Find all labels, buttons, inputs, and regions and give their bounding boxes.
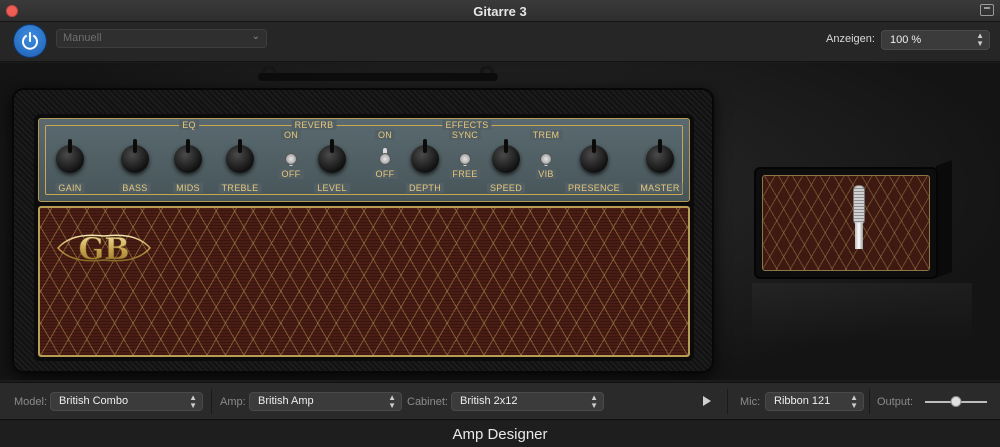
updown-arrows-icon: ▲ ▼ xyxy=(850,393,858,410)
toggle-nut xyxy=(459,153,471,165)
toggle-nut xyxy=(379,153,391,165)
window-title: Gitarre 3 xyxy=(473,4,527,19)
separator xyxy=(211,389,212,414)
model-select[interactable]: British Combo ▲ ▼ xyxy=(50,392,203,411)
microphone[interactable] xyxy=(853,185,865,249)
master-label: MASTER xyxy=(637,183,683,193)
plugin-name: Amp Designer xyxy=(452,426,548,443)
model-value: British Combo xyxy=(59,395,129,407)
toggle-nut xyxy=(285,153,297,165)
cabinet-side xyxy=(936,160,952,278)
amp-label: Amp: xyxy=(220,396,246,408)
updown-arrows-icon: ▲ ▼ xyxy=(590,393,598,410)
power-icon xyxy=(22,32,38,50)
speaker-cabinet xyxy=(754,159,952,279)
mids-label: MIDS xyxy=(173,183,203,193)
power-button[interactable] xyxy=(14,25,46,57)
presence-knob[interactable] xyxy=(580,139,608,173)
preset-value: Manuell xyxy=(63,32,102,44)
trem-label: TREM xyxy=(529,130,563,140)
cabinet-front xyxy=(754,167,938,279)
free-label: FREE xyxy=(449,169,481,179)
amp-handle xyxy=(258,73,498,81)
speaker-grille: GB xyxy=(38,206,690,357)
amp-value: British Amp xyxy=(258,395,314,407)
plugin-footer: Amp Designer xyxy=(0,421,1000,447)
view-size-value: 100 % xyxy=(890,34,922,46)
bass-label: BASS xyxy=(119,183,151,193)
effects-toggle[interactable] xyxy=(379,148,391,170)
output-slider[interactable] xyxy=(925,396,987,407)
speed-knob[interactable] xyxy=(492,139,520,173)
depth-label: DEPTH xyxy=(405,183,445,193)
sync-label: SYNC xyxy=(448,130,482,140)
updown-arrows-icon: ▲ ▼ xyxy=(976,31,984,48)
cabinet-reflection xyxy=(752,283,972,343)
amp-head: EQ REVERB EFFECTS GAIN BASS MIDS TREBLE … xyxy=(12,88,714,373)
gain-label: GAIN xyxy=(55,183,85,193)
control-panel: EQ REVERB EFFECTS GAIN BASS MIDS TREBLE … xyxy=(38,118,690,202)
cabinet-grille xyxy=(762,175,930,271)
reverb-section-label: REVERB xyxy=(291,120,337,130)
cabinet-select[interactable]: British 2x12 ▲ ▼ xyxy=(451,392,604,411)
model-label: Model: xyxy=(14,396,48,408)
depth-knob[interactable] xyxy=(411,139,439,173)
effects-on-label: ON xyxy=(374,130,396,140)
mic-label: Mic: xyxy=(740,396,761,408)
gain-knob[interactable] xyxy=(56,139,84,173)
amp-select[interactable]: British Amp ▲ ▼ xyxy=(249,392,402,411)
mic-body xyxy=(855,223,863,249)
chevron-down-icon: ⌄ xyxy=(251,31,260,42)
view-label: Anzeigen: xyxy=(826,33,875,45)
view-size-select[interactable]: 100 % ▲ ▼ xyxy=(881,30,990,50)
control-bar: Model: British Combo ▲ ▼ Amp: British Amp… xyxy=(0,382,1000,420)
separator xyxy=(727,389,728,414)
plugin-header: Manuell ⌄ Anzeigen: 100 % ▲ ▼ xyxy=(0,22,1000,62)
effects-off-label: OFF xyxy=(372,169,398,179)
play-icon[interactable] xyxy=(703,396,711,406)
bass-knob[interactable] xyxy=(121,139,149,173)
output-label: Output: xyxy=(877,396,914,408)
svg-text:GB: GB xyxy=(79,232,130,267)
window-expand-icon[interactable] xyxy=(980,4,994,16)
cabinet-value: British 2x12 xyxy=(460,395,518,407)
preset-select[interactable]: Manuell ⌄ xyxy=(56,29,267,48)
vib-label: VIB xyxy=(535,169,557,179)
level-label: LEVEL xyxy=(314,183,350,193)
presence-label: PRESENCE xyxy=(565,183,623,193)
mic-head xyxy=(853,185,865,225)
amp-stage: EQ REVERB EFFECTS GAIN BASS MIDS TREBLE … xyxy=(0,63,1000,380)
mids-knob[interactable] xyxy=(174,139,202,173)
gb-logo: GB xyxy=(57,232,151,267)
mic-select[interactable]: Ribbon 121 ▲ ▼ xyxy=(765,392,864,411)
eq-section-label: EQ xyxy=(179,120,199,130)
cabinet-label: Cabinet: xyxy=(407,396,448,408)
updown-arrows-icon: ▲ ▼ xyxy=(189,393,197,410)
treble-knob[interactable] xyxy=(226,139,254,173)
sync-free-toggle[interactable] xyxy=(459,148,471,170)
output-slider-thumb[interactable] xyxy=(950,396,962,407)
treble-label: TREBLE xyxy=(218,183,262,193)
separator xyxy=(869,389,870,414)
level-knob[interactable] xyxy=(318,139,346,173)
updown-arrows-icon: ▲ ▼ xyxy=(388,393,396,410)
trem-vib-toggle[interactable] xyxy=(540,148,552,170)
amp-faceplate: EQ REVERB EFFECTS GAIN BASS MIDS TREBLE … xyxy=(34,114,694,361)
toggle-nut xyxy=(540,153,552,165)
reverb-on-label: ON xyxy=(280,130,302,140)
reverb-off-label: OFF xyxy=(278,169,304,179)
speed-label: SPEED xyxy=(486,183,526,193)
master-knob[interactable] xyxy=(646,139,674,173)
effects-section-label: EFFECTS xyxy=(442,120,492,130)
mic-value: Ribbon 121 xyxy=(774,395,831,407)
title-bar: Gitarre 3 xyxy=(0,0,1000,22)
reverb-toggle[interactable] xyxy=(285,148,297,170)
